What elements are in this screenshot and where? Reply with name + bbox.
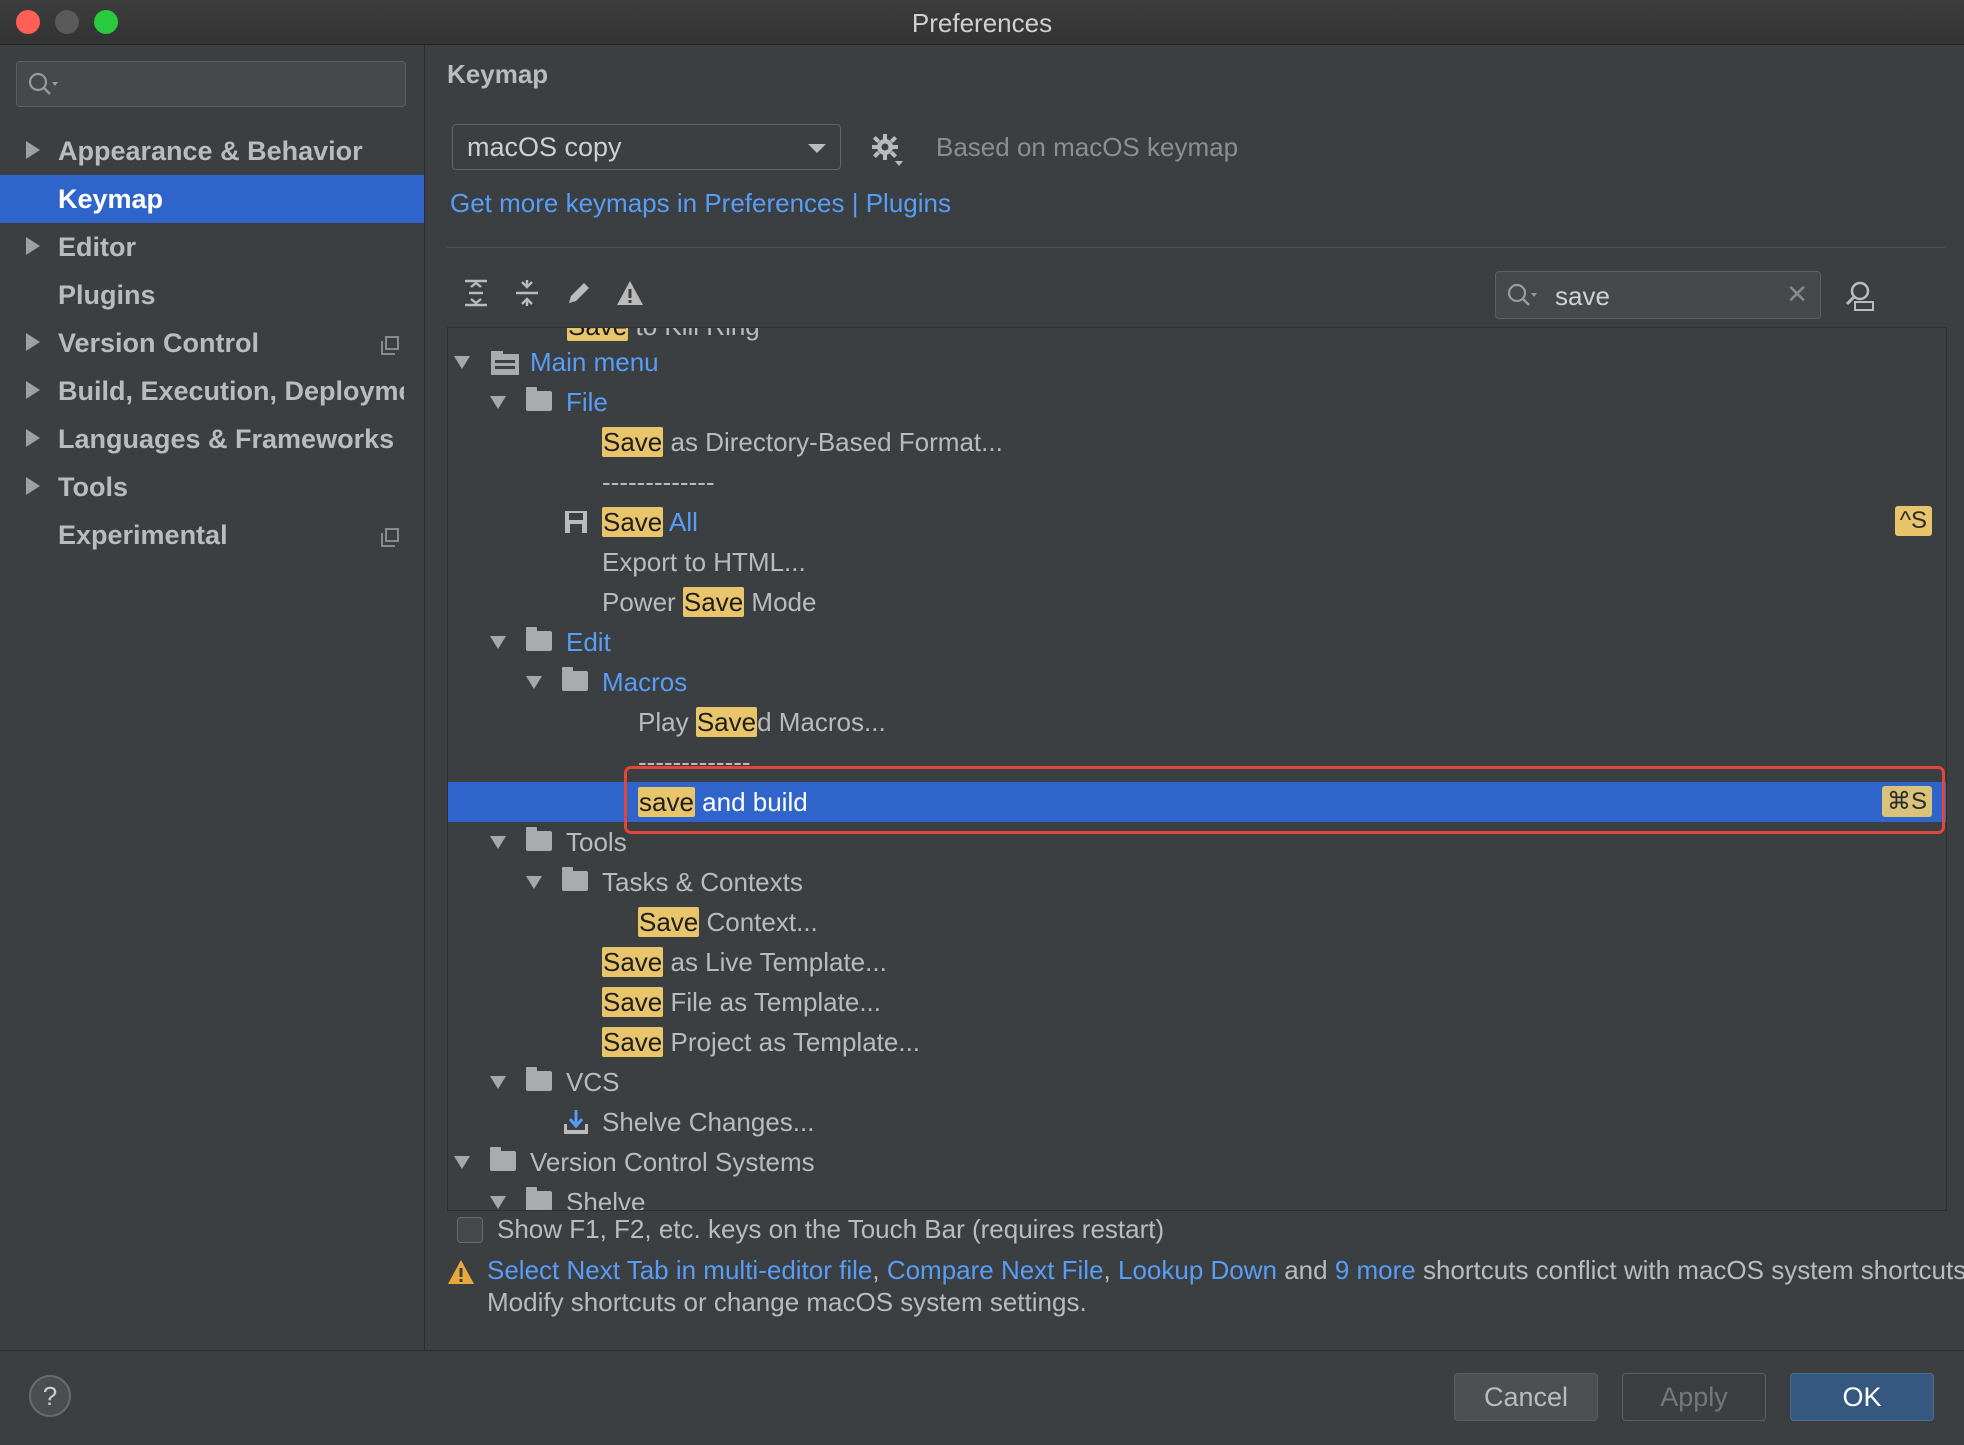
sidebar-item-experimental[interactable]: Experimental [0, 511, 424, 559]
divider [447, 247, 1945, 248]
expand-arrow-icon [26, 141, 40, 159]
tree-row-tasks-contexts[interactable]: Tasks & Contexts [448, 862, 1946, 902]
project-settings-icon [381, 336, 399, 355]
sidebar-item-plugins[interactable]: Plugins [0, 271, 424, 319]
tree-expand-arrow-icon[interactable] [454, 1156, 470, 1169]
tree-row-tools[interactable]: Tools [448, 822, 1946, 862]
preferences-window: Preferences Appearance & Behavior Keymap… [0, 0, 1964, 1445]
tree-row-action[interactable]: Play Saved Macros... [448, 702, 1946, 742]
tree-expand-arrow-icon[interactable] [490, 396, 506, 409]
expand-arrow-icon [26, 333, 40, 351]
folder-icon [526, 1067, 552, 1091]
apply-button[interactable]: Apply [1622, 1373, 1766, 1421]
folder-icon [562, 667, 588, 691]
shelve-icon [564, 1110, 588, 1134]
tree-row-action[interactable]: Save as Live Template... [448, 942, 1946, 982]
dialog-button-bar: ? Cancel Apply OK [0, 1350, 1964, 1445]
search-icon [1507, 283, 1537, 306]
folder-icon [526, 387, 552, 411]
sidebar-item-version-control[interactable]: Version Control [0, 319, 424, 367]
chevron-down-icon [808, 144, 826, 153]
save-disk-icon [565, 511, 587, 533]
sidebar-item-editor[interactable]: Editor [0, 223, 424, 271]
conflict-link[interactable]: Select Next Tab in multi-editor file [487, 1255, 872, 1285]
project-settings-icon [381, 528, 399, 547]
settings-sidebar: Appearance & Behavior Keymap Editor Plug… [0, 45, 425, 1350]
touchbar-checkbox[interactable] [457, 1217, 483, 1243]
gear-icon[interactable] [871, 133, 905, 167]
based-on-label: Based on macOS keymap [936, 132, 1239, 162]
sidebar-item-build-execution-deployment[interactable]: Build, Execution, Deployment [0, 367, 424, 415]
sidebar-item-languages-frameworks[interactable]: Languages & Frameworks [0, 415, 424, 463]
tree-expand-arrow-icon[interactable] [490, 1076, 506, 1089]
get-more-keymaps-link[interactable]: Get more keymaps in Preferences | Plugin… [450, 188, 951, 219]
tree-row-version-control-systems[interactable]: Version Control Systems [448, 1142, 1946, 1182]
folder-icon [490, 1147, 516, 1171]
folder-icon [526, 1187, 552, 1210]
sidebar-item-keymap[interactable]: Keymap [0, 175, 424, 223]
tree-row-save-all[interactable]: Save All ^S [448, 502, 1946, 542]
tree-expand-arrow-icon[interactable] [526, 676, 542, 689]
settings-search-input[interactable] [16, 61, 406, 107]
menu-icon [491, 351, 519, 375]
help-button[interactable]: ? [29, 1375, 71, 1417]
keymap-panel: Keymap macOS copy Based on macOS keymap … [425, 45, 1964, 1350]
tree-row-separator: ------------- [602, 467, 715, 497]
tree-row-macros[interactable]: Macros [448, 662, 1946, 702]
tree-row-edit[interactable]: Edit [448, 622, 1946, 662]
expand-arrow-icon [26, 429, 40, 447]
more-conflicts-link[interactable]: 9 more [1335, 1255, 1416, 1285]
conflict-hint: Modify shortcuts or change macOS system … [487, 1287, 1087, 1317]
tree-expand-arrow-icon[interactable] [490, 636, 506, 649]
folder-icon [562, 867, 588, 891]
find-by-shortcut-icon[interactable] [1843, 279, 1877, 313]
tree-row-action[interactable]: Save Project as Template... [448, 1022, 1946, 1062]
tree-row-action[interactable]: Save as Directory-Based Format... [448, 422, 1946, 462]
clear-filter-icon[interactable]: ✕ [1786, 279, 1808, 310]
tree-row-vcs[interactable]: VCS [448, 1062, 1946, 1102]
tree-expand-arrow-icon[interactable] [454, 356, 470, 369]
keymap-action-tree[interactable]: Save to Kill Ring Main menu File Save as… [447, 327, 1947, 1211]
tree-row-action[interactable]: Power Save Mode [448, 582, 1946, 622]
shortcut-badge: ⌘S [1881, 786, 1932, 817]
tree-row-main-menu[interactable]: Main menu [448, 342, 1946, 382]
tree-row-action[interactable]: Save File as Template... [448, 982, 1946, 1022]
ok-button[interactable]: OK [1790, 1373, 1934, 1421]
tree-row-shelve-changes[interactable]: Shelve Changes... [448, 1102, 1946, 1142]
conflicts-warning-icon[interactable] [615, 278, 645, 308]
title-bar: Preferences [0, 0, 1964, 45]
conflict-link[interactable]: Compare Next File [887, 1255, 1104, 1285]
sidebar-item-appearance-behavior[interactable]: Appearance & Behavior [0, 127, 424, 175]
tree-expand-arrow-icon[interactable] [490, 836, 506, 849]
conflict-message: Select Next Tab in multi-editor file, Co… [487, 1255, 1964, 1285]
expand-arrow-icon [26, 477, 40, 495]
warning-icon [448, 1260, 474, 1284]
folder-icon [526, 827, 552, 851]
conflict-link[interactable]: Lookup Down [1118, 1255, 1277, 1285]
tree-expand-arrow-icon[interactable] [526, 876, 542, 889]
edit-pencil-icon[interactable] [564, 278, 594, 308]
tree-row-file[interactable]: File [448, 382, 1946, 422]
sidebar-item-tools[interactable]: Tools [0, 463, 424, 511]
keymap-scheme-dropdown[interactable]: macOS copy [452, 124, 841, 170]
shortcut-badge: ^S [1894, 506, 1932, 536]
action-filter-input[interactable]: save ✕ [1495, 271, 1821, 319]
tree-row-shelve[interactable]: Shelve [448, 1182, 1946, 1210]
tree-row-separator: ------------- [638, 747, 751, 768]
page-title: Keymap [447, 59, 549, 89]
tree-row-action[interactable]: Save Context... [448, 902, 1946, 942]
window-title: Preferences [911, 8, 1053, 38]
tree-row-save-and-build[interactable]: save and build ⌘S [448, 782, 1946, 822]
folder-icon [526, 627, 552, 651]
collapse-all-icon[interactable] [512, 278, 542, 308]
expand-arrow-icon [26, 237, 40, 255]
search-icon [28, 72, 58, 95]
expand-all-icon[interactable] [461, 278, 491, 308]
expand-arrow-icon [26, 381, 40, 399]
tree-row-action[interactable]: Export to HTML... [448, 542, 1946, 582]
cancel-button[interactable]: Cancel [1454, 1373, 1598, 1421]
tree-expand-arrow-icon[interactable] [490, 1196, 506, 1209]
